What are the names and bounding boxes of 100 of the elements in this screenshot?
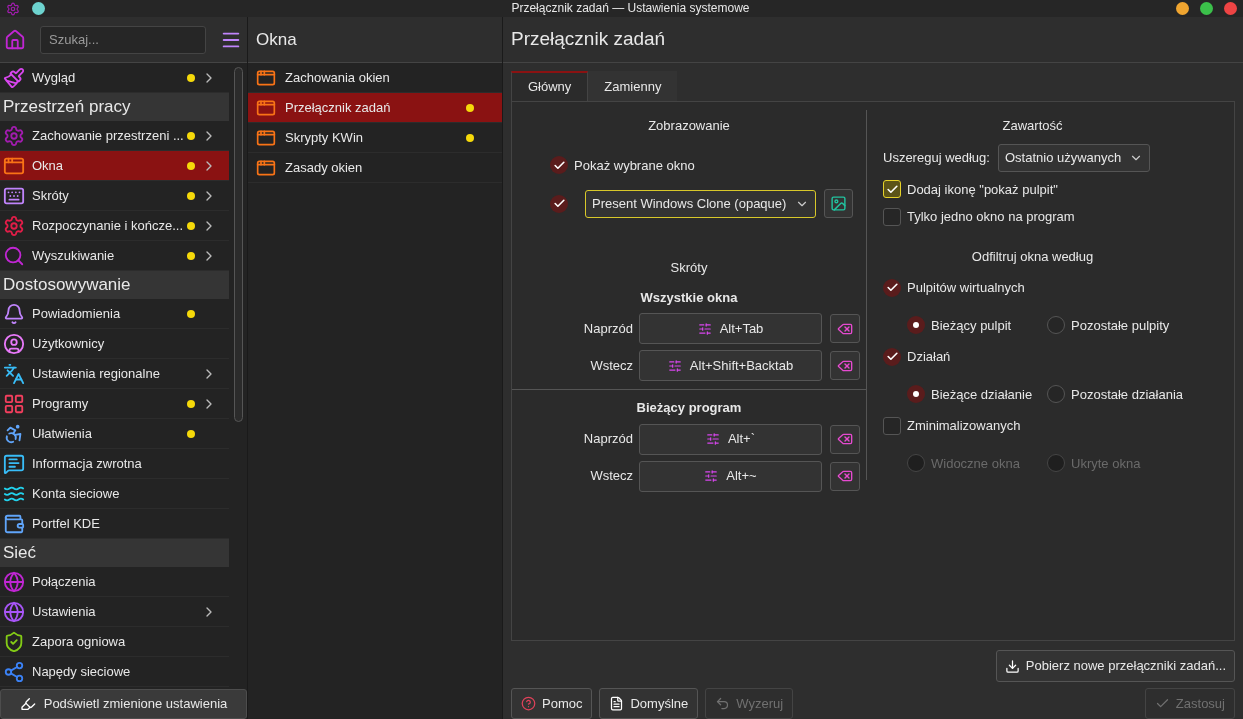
radio-button[interactable] (1047, 454, 1065, 473)
sidebar-item[interactable]: Programy (0, 389, 229, 419)
sliders-icon (704, 469, 719, 483)
sidebar-item-label: Programy (32, 394, 90, 413)
checkbox[interactable] (550, 156, 568, 175)
help-icon (521, 696, 536, 711)
highlighter-icon (19, 696, 36, 712)
sidebar-item-label: Konta sieciowe (32, 484, 121, 503)
sidebar-item-label: Zapora ogniowa (32, 632, 127, 651)
clear-shortcut-button[interactable] (830, 314, 860, 343)
check-icon (552, 158, 566, 172)
download-icon (1004, 658, 1020, 674)
minimize-button[interactable] (1176, 2, 1189, 15)
check-icon (552, 197, 566, 210)
section-header: Sieć (0, 539, 229, 567)
subpanel-item[interactable]: Skrypty KWin (248, 123, 502, 153)
network-icon (3, 660, 25, 683)
subpanel-item-label: Skrypty KWin (285, 128, 364, 147)
sidebar-item-label: Portfel KDE (32, 514, 101, 533)
sidebar-item[interactable]: Napędy sieciowe (0, 657, 229, 687)
globe-icon (3, 570, 25, 593)
defaults-button[interactable]: Domyślne (599, 688, 699, 719)
feedback-icon (3, 452, 25, 475)
section-heading: Skróty (670, 259, 708, 277)
backspace-icon (837, 431, 853, 447)
clear-shortcut-button[interactable] (830, 351, 860, 380)
sidebar-item[interactable]: Ułatwienia (0, 419, 229, 449)
subpanel-item-label: Przełącznik zadań (285, 98, 392, 117)
sidebar-item[interactable]: Ustawienia (0, 597, 229, 627)
window-title: Przełącznik zadań — Ustawienia systemowe (510, 0, 751, 17)
sidebar-item-label: Połączenia (32, 572, 97, 591)
shortcut-button[interactable]: Alt+Tab (639, 313, 822, 344)
checkbox[interactable] (883, 347, 901, 366)
checkbox[interactable] (883, 207, 901, 226)
radio-button[interactable] (907, 385, 925, 404)
sort-label: Uszereguj według: (883, 148, 990, 167)
sidebar-item[interactable]: Połączenia (0, 567, 229, 597)
close-button[interactable] (1224, 2, 1237, 15)
gear-icon (3, 214, 25, 237)
highlight-changes-button[interactable]: Podświetl zmienione ustawienia (0, 689, 247, 719)
section-header: Dostosowywanie (0, 271, 229, 299)
search-field[interactable]: Szukaj... (40, 25, 206, 54)
panel-title: Okna (256, 28, 297, 51)
checkbox[interactable] (883, 278, 901, 297)
user-icon (3, 332, 25, 355)
sidebar-item[interactable]: Okna (0, 151, 229, 181)
help-button[interactable]: Pomoc (511, 688, 593, 719)
sidebar-item[interactable]: Konta sieciowe (0, 479, 229, 509)
clear-shortcut-button[interactable] (830, 461, 860, 491)
sidebar-item[interactable]: Informacja zwrotna (0, 449, 229, 479)
globe-icon (3, 600, 25, 623)
subpanel-item-label: Zasady okien (285, 158, 364, 177)
tab[interactable]: Zamienny (588, 71, 678, 101)
radio-button[interactable] (1047, 316, 1065, 335)
subpanel-item[interactable]: Przełącznik zadań (248, 93, 502, 123)
shortcut-button[interactable]: Alt+` (639, 423, 822, 455)
sidebar-item[interactable]: Użytkownicy (0, 329, 229, 359)
group-title: Bieżący program (636, 399, 742, 417)
get-new-button[interactable]: Pobierz nowe przełączniki zadań... (995, 650, 1235, 682)
subpanel-item[interactable]: Zasady okien (248, 153, 502, 183)
home-icon[interactable] (4, 28, 26, 51)
image-button[interactable] (824, 189, 853, 218)
sidebar-item-label: Ustawienia (32, 602, 97, 621)
tab[interactable]: Główny (511, 71, 589, 101)
shortcut-button[interactable]: Alt+~ (639, 460, 822, 492)
undo-icon (715, 696, 731, 711)
radio-label: Ukryte okna (1071, 454, 1141, 473)
shortcut-button[interactable]: Alt+Shift+Backtab (639, 350, 822, 381)
checkbox-label: Pulpitów wirtualnych (907, 279, 1025, 297)
sidebar-item-label: Skróty (32, 186, 70, 205)
sort-dropdown[interactable]: Ostatnio używanych (997, 143, 1150, 172)
radio-button[interactable] (907, 316, 925, 335)
shortcut-label: Wstecz (589, 467, 634, 486)
section-heading: Zobrazowanie (648, 117, 730, 135)
bell-icon (3, 302, 25, 325)
checkbox[interactable] (883, 416, 901, 435)
maximize-button[interactable] (1200, 2, 1213, 15)
document-icon (609, 696, 625, 711)
section-header: Przestrzeń pracy (0, 93, 229, 121)
sidebar-item[interactable]: Powiadomienia (0, 299, 229, 329)
shortcut-label: Naprzód (582, 319, 634, 338)
sidebar-item[interactable]: Skróty (0, 181, 229, 211)
scrollbar-thumb[interactable] (233, 67, 243, 422)
sidebar-item[interactable]: Zapora ogniowa (0, 627, 229, 657)
radio-button[interactable] (1047, 385, 1065, 404)
radio-button[interactable] (907, 454, 925, 473)
search-icon (3, 244, 25, 267)
window-menu-button[interactable] (32, 2, 45, 15)
sidebar-item-label: Ułatwienia (32, 424, 93, 443)
effect-dropdown[interactable]: Present Windows Clone (opaque) (585, 189, 816, 218)
sidebar-item[interactable]: Rozpoczynanie i kończe... (0, 211, 229, 241)
sidebar-item-label: Informacja zwrotna (32, 454, 143, 473)
backspace-icon (837, 468, 853, 484)
image-icon (830, 195, 847, 212)
sidebar-item-label: Rozpoczynanie i kończe... (32, 216, 185, 235)
clear-shortcut-button[interactable] (830, 424, 860, 454)
checkbox[interactable] (550, 194, 568, 213)
sidebar-item[interactable]: Ustawienia regionalne (0, 359, 229, 389)
grid-icon (3, 392, 25, 415)
section-heading: Zawartość (1002, 117, 1063, 135)
